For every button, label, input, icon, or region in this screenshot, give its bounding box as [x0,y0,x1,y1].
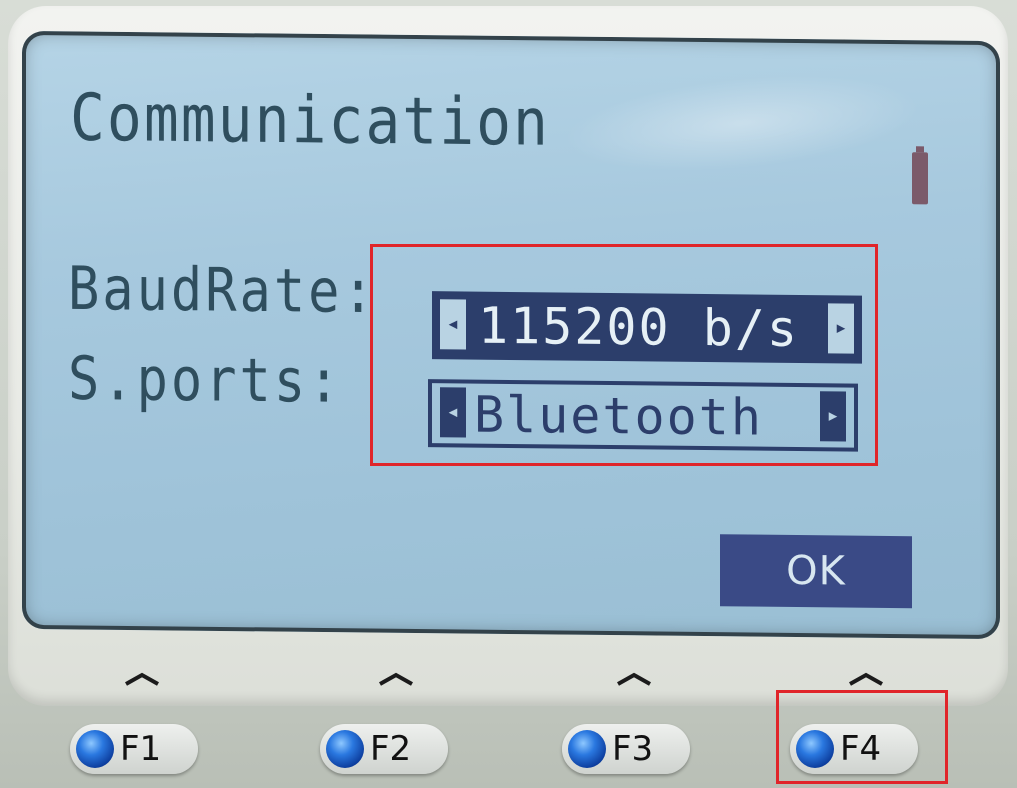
lcd-screen: Communication BaudRate: S.ports: ◂ 11520… [22,30,1000,640]
baud-rate-next-arrow-icon[interactable]: ▸ [828,303,854,354]
baud-rate-label: BaudRate: [68,254,377,328]
softkey-caret-icon [122,672,162,686]
serial-ports-label: S.ports: [68,344,343,417]
ok-button[interactable]: OK [720,534,912,609]
f3-key-label: F3 [612,729,654,769]
f1-led-icon [76,730,114,768]
screen-glare [558,61,926,186]
battery-icon [912,152,928,205]
f4-led-icon [796,730,834,768]
page-title: Communication [70,79,550,161]
f3-led-icon [568,730,606,768]
softkey-caret-icon [376,672,416,686]
f2-key[interactable]: F2 [320,724,448,774]
baud-rate-selector[interactable]: ◂ 115200 b/s ▸ [432,291,862,364]
baud-rate-value: 115200 b/s [478,296,800,359]
serial-ports-prev-arrow-icon[interactable]: ◂ [440,387,466,438]
f2-led-icon [326,730,364,768]
serial-ports-next-arrow-icon[interactable]: ▸ [820,391,846,442]
f4-key-label: F4 [840,729,882,769]
f1-key[interactable]: F1 [70,724,198,774]
softkey-caret-icon [846,672,886,686]
serial-ports-selector[interactable]: ◂ Bluetooth ▸ [428,379,858,452]
softkey-caret-icon [614,672,654,686]
f4-key[interactable]: F4 [790,724,918,774]
f2-key-label: F2 [370,729,412,769]
device-photo: Communication BaudRate: S.ports: ◂ 11520… [0,0,1017,788]
f1-key-label: F1 [120,729,162,769]
baud-rate-prev-arrow-icon[interactable]: ◂ [440,299,466,350]
f3-key[interactable]: F3 [562,724,690,774]
serial-ports-value: Bluetooth [474,385,763,447]
